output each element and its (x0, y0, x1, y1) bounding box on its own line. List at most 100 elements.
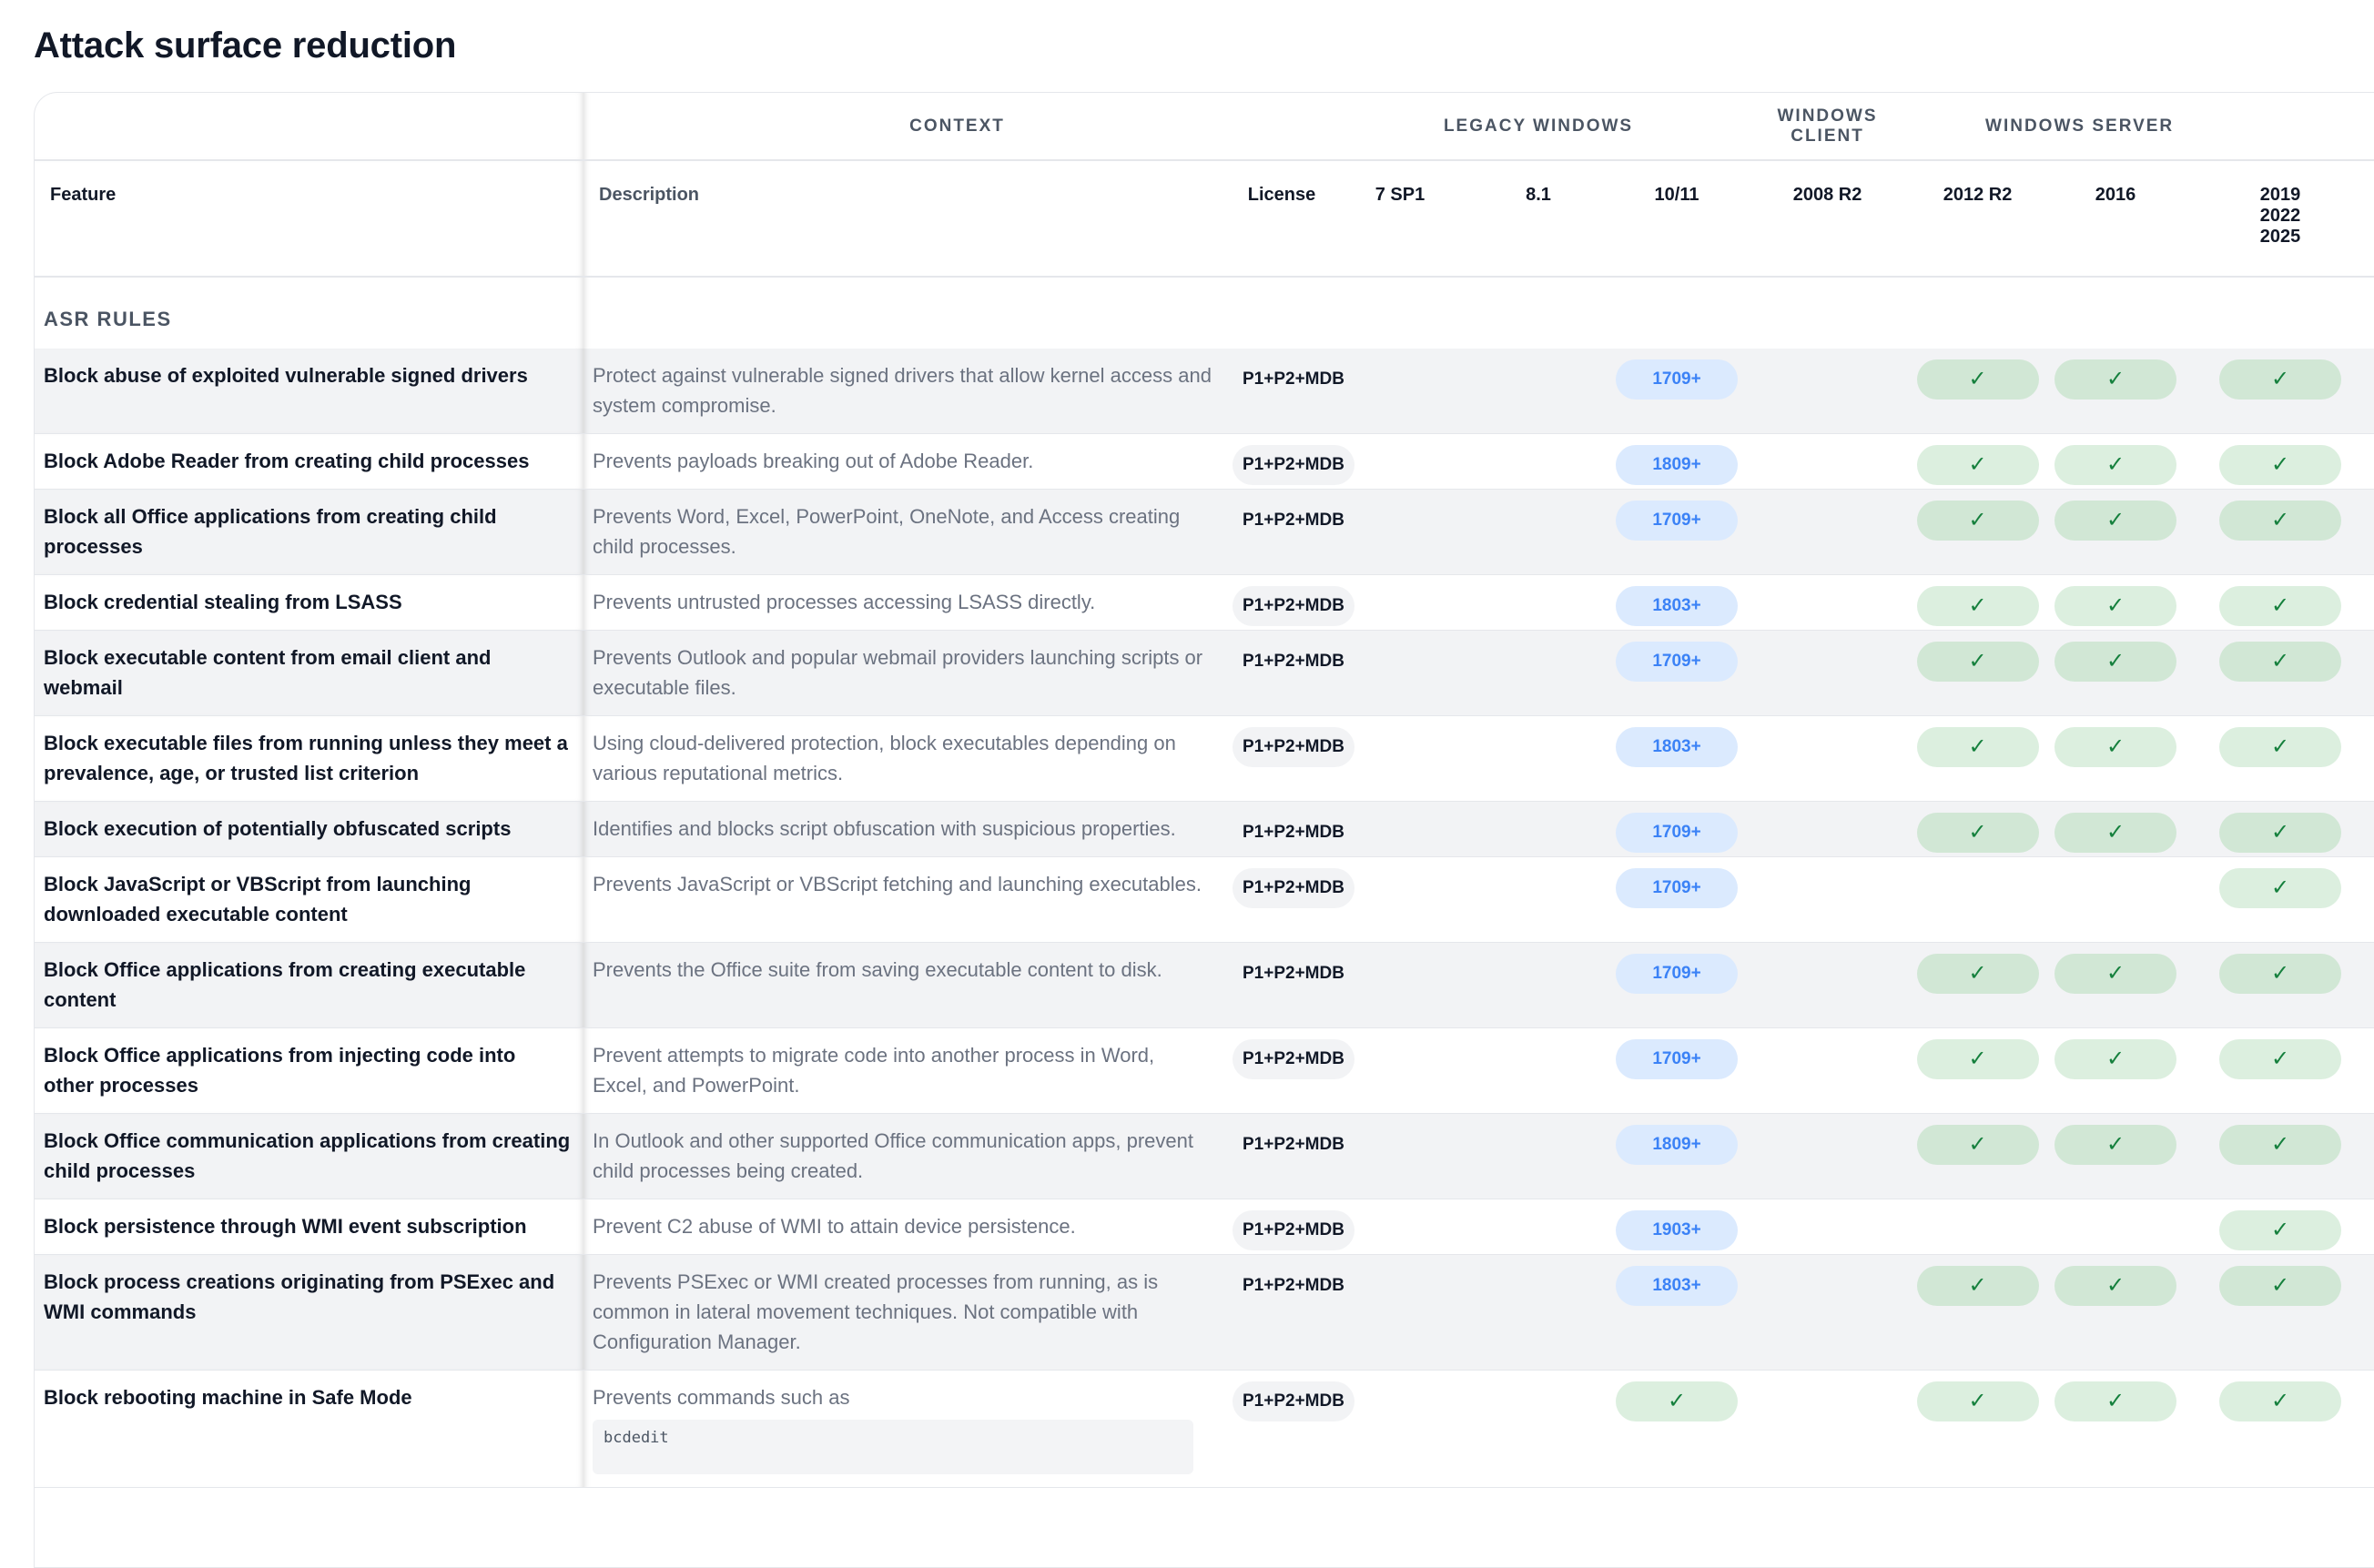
server2016-cell: ✓ (2046, 1254, 2186, 1371)
supported-check-icon: ✓ (1916, 1125, 2039, 1165)
license-cell: P1+P2+MDB (1233, 1027, 1354, 1114)
server2016-cell: ✓ (2046, 1027, 2186, 1114)
table-row[interactable]: Block Office applications from creating … (35, 942, 2374, 1028)
table-row[interactable]: Block credential stealing from LSASS Prev… (35, 574, 2374, 631)
feature-label: Block Adobe Reader from creating child p… (44, 450, 530, 472)
supported-check-icon: ✓ (1916, 359, 2039, 400)
feature-description: In Outlook and other supported Office co… (583, 1113, 1233, 1199)
server2012r2-cell: ✓ (1909, 630, 2047, 716)
server2012r2-cell: ✓ (1909, 1370, 2047, 1488)
table-row[interactable]: Block executable files from running unle… (35, 715, 2374, 802)
win7sp1-cell (1331, 349, 1469, 434)
feature-name: Block Office applications from injecting… (35, 1027, 583, 1114)
col-header-server2019-2022-2025[interactable]: 2019 2022 2025 (2185, 160, 2374, 278)
feature-name: Block credential stealing from LSASS (35, 574, 583, 631)
col-header-server2008r2[interactable]: 2008 R2 (1746, 160, 1910, 278)
group-header-feature (35, 93, 583, 161)
server2016-cell (2046, 1199, 2186, 1255)
table-row[interactable]: Block JavaScript or VBScript from launch… (35, 856, 2374, 943)
min-version-badge: 1709+ (1616, 868, 1739, 908)
feature-label: Block all Office applications from creat… (44, 505, 497, 558)
feature-description: Prevent C2 abuse of WMI to attain device… (583, 1199, 1233, 1255)
table-row[interactable]: Block executable content from email clie… (35, 630, 2374, 716)
server2012r2-cell (1909, 1199, 2047, 1255)
col-header-license[interactable]: License (1233, 160, 1331, 278)
license-cell: P1+P2+MDB (1233, 489, 1344, 575)
server2019-cell: ✓ (2185, 433, 2374, 490)
supported-check-icon: ✓ (2219, 954, 2342, 994)
col-header-feature[interactable]: Feature (35, 160, 583, 278)
col-header-server2016[interactable]: 2016 (2046, 160, 2186, 278)
server2008r2-cell (1746, 1027, 1910, 1114)
min-version-badge: 1809+ (1616, 445, 1739, 485)
license-cell: P1+P2+MDB (1233, 1370, 1354, 1488)
win1011-cell: 1709+ (1608, 801, 1747, 857)
feature-name: Block JavaScript or VBScript from launch… (35, 856, 583, 943)
license-cell: P1+P2+MDB (1233, 433, 1354, 490)
table-row[interactable]: Block Adobe Reader from creating child p… (35, 433, 2374, 490)
table-row[interactable]: Block Office applications from injecting… (35, 1027, 2374, 1114)
table-row[interactable]: Block Office communication applications … (35, 1113, 2374, 1199)
col-header-win7sp1[interactable]: 7 SP1 (1331, 160, 1469, 278)
feature-label: Block credential stealing from LSASS (44, 591, 402, 613)
col-header-description[interactable]: Description (583, 160, 1233, 278)
server2012r2-cell: ✓ (1909, 433, 2047, 490)
min-version-badge: 1803+ (1616, 586, 1739, 626)
min-version-badge: 1803+ (1616, 727, 1739, 767)
server2012r2-cell: ✓ (1909, 349, 2047, 434)
supported-check-icon: ✓ (2054, 1266, 2177, 1306)
supported-check-icon: ✓ (2054, 359, 2177, 400)
table-row[interactable]: Block process creations originating from… (35, 1254, 2374, 1371)
feature-description: Prevents untrusted processes accessing L… (583, 574, 1233, 631)
table-body: ASR RULES Block abuse of exploited vulne… (35, 277, 2374, 1488)
supported-check-icon: ✓ (2054, 813, 2177, 853)
license-badge: P1+P2+MDB (1233, 1039, 1354, 1079)
feature-name: Block executable content from email clie… (35, 630, 583, 716)
supported-check-icon: ✓ (2219, 1039, 2342, 1079)
col-header-win1011[interactable]: 10/11 (1608, 160, 1747, 278)
win1011-cell: 1903+ (1608, 1199, 1747, 1255)
feature-label: Block executable files from running unle… (44, 732, 568, 784)
min-version-badge: 1709+ (1616, 642, 1739, 682)
win7sp1-cell (1331, 630, 1469, 716)
feature-name: Block Adobe Reader from creating child p… (35, 433, 583, 490)
table-row[interactable]: Block execution of potentially obfuscate… (35, 801, 2374, 857)
min-version-badge: 1809+ (1616, 1125, 1739, 1165)
server2016-cell: ✓ (2046, 942, 2186, 1028)
feature-label: Block JavaScript or VBScript from launch… (44, 873, 472, 926)
license-badge: P1+P2+MDB (1243, 1135, 1344, 1154)
license-cell: P1+P2+MDB (1233, 856, 1354, 943)
description-text: Prevents JavaScript or VBScript fetching… (593, 873, 1202, 895)
win81-cell (1469, 349, 1608, 434)
license-badge: P1+P2+MDB (1233, 727, 1354, 767)
table-row[interactable]: Block abuse of exploited vulnerable sign… (35, 349, 2374, 434)
win81-cell (1469, 489, 1608, 575)
description-text: Identifies and blocks script obfuscation… (593, 817, 1176, 840)
table-row[interactable]: Block all Office applications from creat… (35, 489, 2374, 575)
description-text: Protect against vulnerable signed driver… (593, 364, 1212, 417)
server2008r2-cell (1746, 715, 1910, 802)
server2016-cell: ✓ (2046, 801, 2186, 857)
column-header-row: Feature Description License 7 SP1 8.1 10… (35, 160, 2374, 278)
supported-check-icon: ✓ (2054, 642, 2177, 682)
feature-description: Prevents PSExec or WMI created processes… (583, 1254, 1233, 1371)
server2019-cell: ✓ (2185, 630, 2374, 716)
win7sp1-cell (1331, 489, 1469, 575)
license-badge: P1+P2+MDB (1233, 586, 1354, 626)
win1011-cell: 1709+ (1608, 349, 1747, 434)
col-header-server2012r2[interactable]: 2012 R2 (1909, 160, 2047, 278)
description-text: Prevents Word, Excel, PowerPoint, OneNot… (593, 505, 1181, 558)
col-header-win81[interactable]: 8.1 (1469, 160, 1608, 278)
win1011-cell: 1809+ (1608, 433, 1747, 490)
feature-description: Prevent attempts to migrate code into an… (583, 1027, 1233, 1114)
win1011-cell: 1803+ (1608, 1254, 1747, 1371)
win81-cell (1469, 1199, 1608, 1255)
server2016-cell: ✓ (2046, 630, 2186, 716)
description-text: Prevents Outlook and popular webmail pro… (593, 646, 1203, 699)
win7sp1-cell (1331, 1113, 1469, 1199)
group-header-windows-server: WINDOWS SERVER (1909, 93, 2374, 161)
table-row[interactable]: Block rebooting machine in Safe Mode Prev… (35, 1370, 2374, 1488)
supported-check-icon: ✓ (2219, 1210, 2342, 1250)
feature-name: Block Office applications from creating … (35, 942, 583, 1028)
table-row[interactable]: Block persistence through WMI event subs… (35, 1199, 2374, 1255)
